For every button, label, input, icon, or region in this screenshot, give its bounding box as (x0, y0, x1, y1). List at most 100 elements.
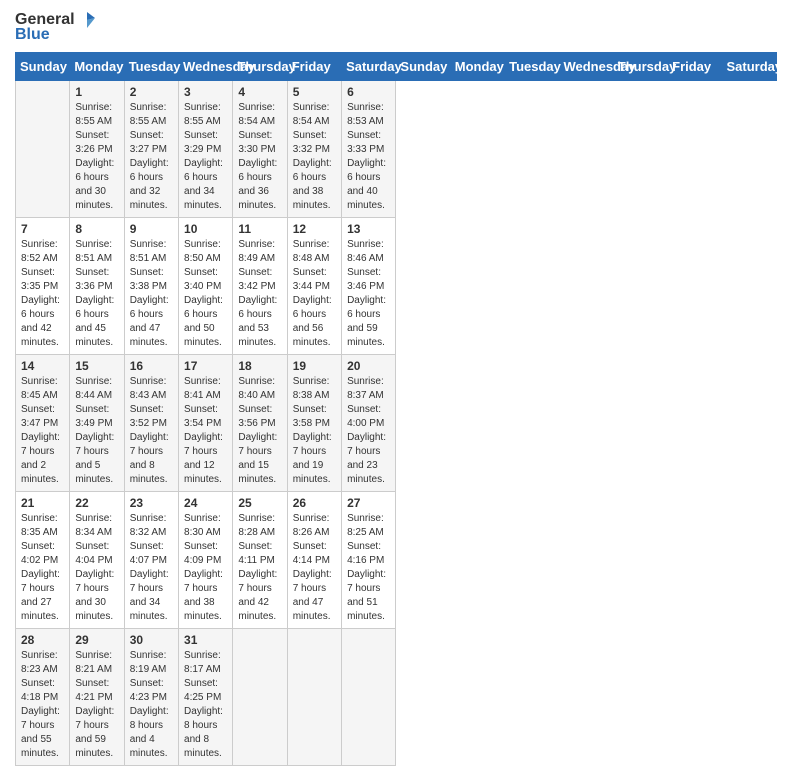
calendar-week-row: 14 Sunrise: 8:45 AMSunset: 3:47 PMDayligh… (16, 355, 777, 492)
day-info: Sunrise: 8:49 AMSunset: 3:42 PMDaylight:… (238, 238, 281, 350)
calendar-cell: 22Sunrise: 8:34 AMSunset: 4:04 PMDayligh… (70, 492, 124, 629)
day-info: Sunrise: 8:46 AMSunset: 3:46 PMDaylight:… (347, 238, 390, 350)
day-info: Sunrise: 8:37 AMSunset: 4:00 PMDaylight:… (347, 375, 390, 487)
calendar-cell: 25Sunrise: 8:28 AMSunset: 4:11 PMDayligh… (233, 492, 287, 629)
col-header-saturday: Saturday (722, 53, 777, 81)
calendar-cell: 23 Sunrise: 8:32 AMSunset: 4:07 PMDayligh… (124, 492, 178, 629)
col-header-sunday: Sunday (16, 53, 70, 81)
day-info: Sunrise: 8:54 AMSunset: 3:30 PMDaylight:… (238, 101, 281, 213)
col-header-wednesday: Wednesday (179, 53, 233, 81)
calendar-cell: 1 Sunrise: 8:55 AMSunset: 3:26 PMDaylight… (70, 81, 124, 218)
col-header-saturday: Saturday (342, 53, 396, 81)
calendar-cell: 26 Sunrise: 8:26 AMSunset: 4:14 PMDayligh… (287, 492, 341, 629)
calendar-cell: 18 Sunrise: 8:40 AMSunset: 3:56 PMDayligh… (233, 355, 287, 492)
calendar-cell: 30 Sunrise: 8:19 AMSunset: 4:23 PMDayligh… (124, 629, 178, 766)
day-number: 10 (184, 222, 227, 236)
calendar-cell: 28 Sunrise: 8:23 AMSunset: 4:18 PMDayligh… (16, 629, 70, 766)
col-header-thursday: Thursday (233, 53, 287, 81)
day-number: 23 (130, 496, 173, 510)
day-number: 27 (347, 496, 390, 510)
day-info: Sunrise: 8:50 AMSunset: 3:40 PMDaylight:… (184, 238, 227, 350)
col-header-wednesday: Wednesday (559, 53, 613, 81)
day-info: Sunrise: 8:38 AMSunset: 3:58 PMDaylight:… (293, 375, 336, 487)
col-header-monday: Monday (70, 53, 124, 81)
day-number: 31 (184, 633, 227, 647)
day-info: Sunrise: 8:53 AMSunset: 3:33 PMDaylight:… (347, 101, 390, 213)
day-info: Sunrise: 8:21 AMSunset: 4:21 PMDaylight:… (75, 649, 118, 761)
day-info: Sunrise: 8:26 AMSunset: 4:14 PMDaylight:… (293, 512, 336, 624)
col-header-thursday: Thursday (613, 53, 667, 81)
day-number: 1 (75, 85, 118, 99)
day-number: 26 (293, 496, 336, 510)
calendar-cell (16, 81, 70, 218)
calendar-week-row: 1 Sunrise: 8:55 AMSunset: 3:26 PMDaylight… (16, 81, 777, 218)
day-number: 15 (75, 359, 118, 373)
day-info: Sunrise: 8:43 AMSunset: 3:52 PMDaylight:… (130, 375, 173, 487)
logo-flag-icon (77, 10, 97, 30)
day-info: Sunrise: 8:23 AMSunset: 4:18 PMDaylight:… (21, 649, 64, 761)
col-header-friday: Friday (287, 53, 341, 81)
calendar-cell: 11 Sunrise: 8:49 AMSunset: 3:42 PMDayligh… (233, 218, 287, 355)
col-header-tuesday: Tuesday (124, 53, 178, 81)
calendar-cell: 15Sunrise: 8:44 AMSunset: 3:49 PMDayligh… (70, 355, 124, 492)
calendar-cell: 12Sunrise: 8:48 AMSunset: 3:44 PMDayligh… (287, 218, 341, 355)
calendar-cell (287, 629, 341, 766)
day-number: 13 (347, 222, 390, 236)
day-number: 5 (293, 85, 336, 99)
col-header-monday: Monday (450, 53, 504, 81)
calendar-cell: 6Sunrise: 8:53 AMSunset: 3:33 PMDaylight… (342, 81, 396, 218)
calendar-cell: 16Sunrise: 8:43 AMSunset: 3:52 PMDayligh… (124, 355, 178, 492)
day-number: 24 (184, 496, 227, 510)
day-number: 4 (238, 85, 281, 99)
calendar-cell: 4 Sunrise: 8:54 AMSunset: 3:30 PMDaylight… (233, 81, 287, 218)
day-number: 8 (75, 222, 118, 236)
day-number: 14 (21, 359, 64, 373)
calendar-cell: 3Sunrise: 8:55 AMSunset: 3:29 PMDaylight… (179, 81, 233, 218)
day-info: Sunrise: 8:19 AMSunset: 4:23 PMDaylight:… (130, 649, 173, 761)
day-info: Sunrise: 8:30 AMSunset: 4:09 PMDaylight:… (184, 512, 227, 624)
calendar-header-row: SundayMondayTuesdayWednesdayThursdayFrid… (16, 53, 777, 81)
header: General Blue (15, 10, 777, 44)
col-header-tuesday: Tuesday (505, 53, 559, 81)
calendar-table: SundayMondayTuesdayWednesdayThursdayFrid… (15, 52, 777, 766)
calendar-cell: 19Sunrise: 8:38 AMSunset: 3:58 PMDayligh… (287, 355, 341, 492)
calendar-cell: 9 Sunrise: 8:51 AMSunset: 3:38 PMDaylight… (124, 218, 178, 355)
calendar-cell: 17 Sunrise: 8:41 AMSunset: 3:54 PMDayligh… (179, 355, 233, 492)
day-info: Sunrise: 8:17 AMSunset: 4:25 PMDaylight:… (184, 649, 227, 761)
day-info: Sunrise: 8:55 AMSunset: 3:27 PMDaylight:… (130, 101, 173, 213)
calendar-cell: 31 Sunrise: 8:17 AMSunset: 4:25 PMDayligh… (179, 629, 233, 766)
day-number: 11 (238, 222, 281, 236)
day-info: Sunrise: 8:51 AMSunset: 3:36 PMDaylight:… (75, 238, 118, 350)
day-info: Sunrise: 8:55 AMSunset: 3:26 PMDaylight:… (75, 101, 118, 213)
calendar-cell: 13 Sunrise: 8:46 AMSunset: 3:46 PMDayligh… (342, 218, 396, 355)
logo-blue-text: Blue (15, 26, 50, 44)
day-number: 28 (21, 633, 64, 647)
calendar-cell: 21 Sunrise: 8:35 AMSunset: 4:02 PMDayligh… (16, 492, 70, 629)
calendar-cell: 2Sunrise: 8:55 AMSunset: 3:27 PMDaylight… (124, 81, 178, 218)
calendar-week-row: 28 Sunrise: 8:23 AMSunset: 4:18 PMDayligh… (16, 629, 777, 766)
calendar-week-row: 7Sunrise: 8:52 AMSunset: 3:35 PMDaylight… (16, 218, 777, 355)
calendar-cell (342, 629, 396, 766)
day-info: Sunrise: 8:41 AMSunset: 3:54 PMDaylight:… (184, 375, 227, 487)
calendar-cell: 14 Sunrise: 8:45 AMSunset: 3:47 PMDayligh… (16, 355, 70, 492)
day-info: Sunrise: 8:35 AMSunset: 4:02 PMDaylight:… (21, 512, 64, 624)
day-number: 29 (75, 633, 118, 647)
day-number: 9 (130, 222, 173, 236)
day-info: Sunrise: 8:48 AMSunset: 3:44 PMDaylight:… (293, 238, 336, 350)
day-info: Sunrise: 8:25 AMSunset: 4:16 PMDaylight:… (347, 512, 390, 624)
day-number: 30 (130, 633, 173, 647)
day-number: 7 (21, 222, 64, 236)
day-number: 17 (184, 359, 227, 373)
calendar-cell (233, 629, 287, 766)
day-info: Sunrise: 8:45 AMSunset: 3:47 PMDaylight:… (21, 375, 64, 487)
calendar-cell: 8 Sunrise: 8:51 AMSunset: 3:36 PMDaylight… (70, 218, 124, 355)
day-info: Sunrise: 8:51 AMSunset: 3:38 PMDaylight:… (130, 238, 173, 350)
day-number: 18 (238, 359, 281, 373)
calendar-cell: 5Sunrise: 8:54 AMSunset: 3:32 PMDaylight… (287, 81, 341, 218)
calendar-cell: 7Sunrise: 8:52 AMSunset: 3:35 PMDaylight… (16, 218, 70, 355)
day-number: 21 (21, 496, 64, 510)
day-info: Sunrise: 8:32 AMSunset: 4:07 PMDaylight:… (130, 512, 173, 624)
logo: General Blue (15, 10, 97, 44)
day-info: Sunrise: 8:55 AMSunset: 3:29 PMDaylight:… (184, 101, 227, 213)
day-info: Sunrise: 8:40 AMSunset: 3:56 PMDaylight:… (238, 375, 281, 487)
